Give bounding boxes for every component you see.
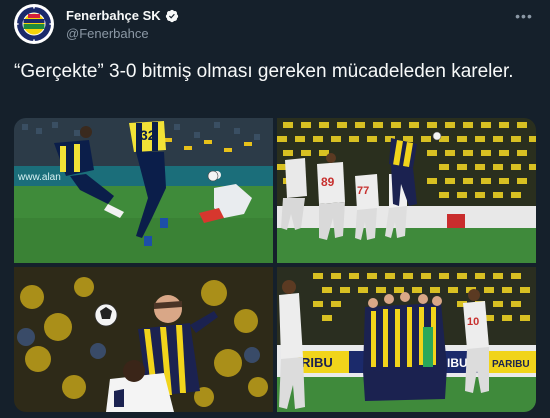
photo-1[interactable]: www.alan 32: [14, 118, 273, 263]
photo-3-image: [14, 267, 273, 412]
tweet-text: “Gerçekte” 3-0 bitmiş olması gereken müc…: [14, 61, 514, 82]
more-horizontal-icon: •••: [515, 8, 533, 24]
photo-2[interactable]: 89 77: [277, 118, 536, 263]
photo-1-shirt-number: 32: [140, 127, 156, 143]
photo-2-image: 89 77: [277, 118, 536, 263]
verified-badge-icon: [165, 9, 178, 22]
media-grid: www.alan 32 89 77 RIBU IBU PARIBU 10: [14, 118, 536, 412]
more-options-button[interactable]: •••: [512, 6, 536, 26]
fenerbahce-logo-icon: [15, 5, 53, 43]
photo-1-banner-text: www.alan: [17, 172, 61, 183]
photo-4-banner-text-1: RIBU: [301, 355, 333, 370]
photo-4-banner-text-3: PARIBU: [492, 359, 530, 370]
display-name-row[interactable]: Fenerbahçe SK: [66, 8, 179, 23]
photo-2-shirt-number-2: 77: [357, 185, 369, 197]
photo-4-banner-text-2: IBU: [447, 356, 468, 370]
photo-3[interactable]: [14, 267, 273, 412]
display-name[interactable]: Fenerbahçe SK: [66, 8, 161, 23]
photo-4[interactable]: RIBU IBU PARIBU 10: [277, 267, 536, 412]
photo-1-image: www.alan 32: [14, 118, 273, 263]
avatar[interactable]: [14, 4, 54, 44]
photo-2-shirt-number-1: 89: [321, 175, 335, 189]
tweet: Fenerbahçe SK @Fenerbahce ••• “Gerçekte”…: [0, 0, 550, 418]
photo-4-shirt-number: 10: [467, 316, 479, 328]
photo-4-image: RIBU IBU PARIBU 10: [277, 267, 536, 412]
handle[interactable]: @Fenerbahce: [66, 26, 149, 41]
